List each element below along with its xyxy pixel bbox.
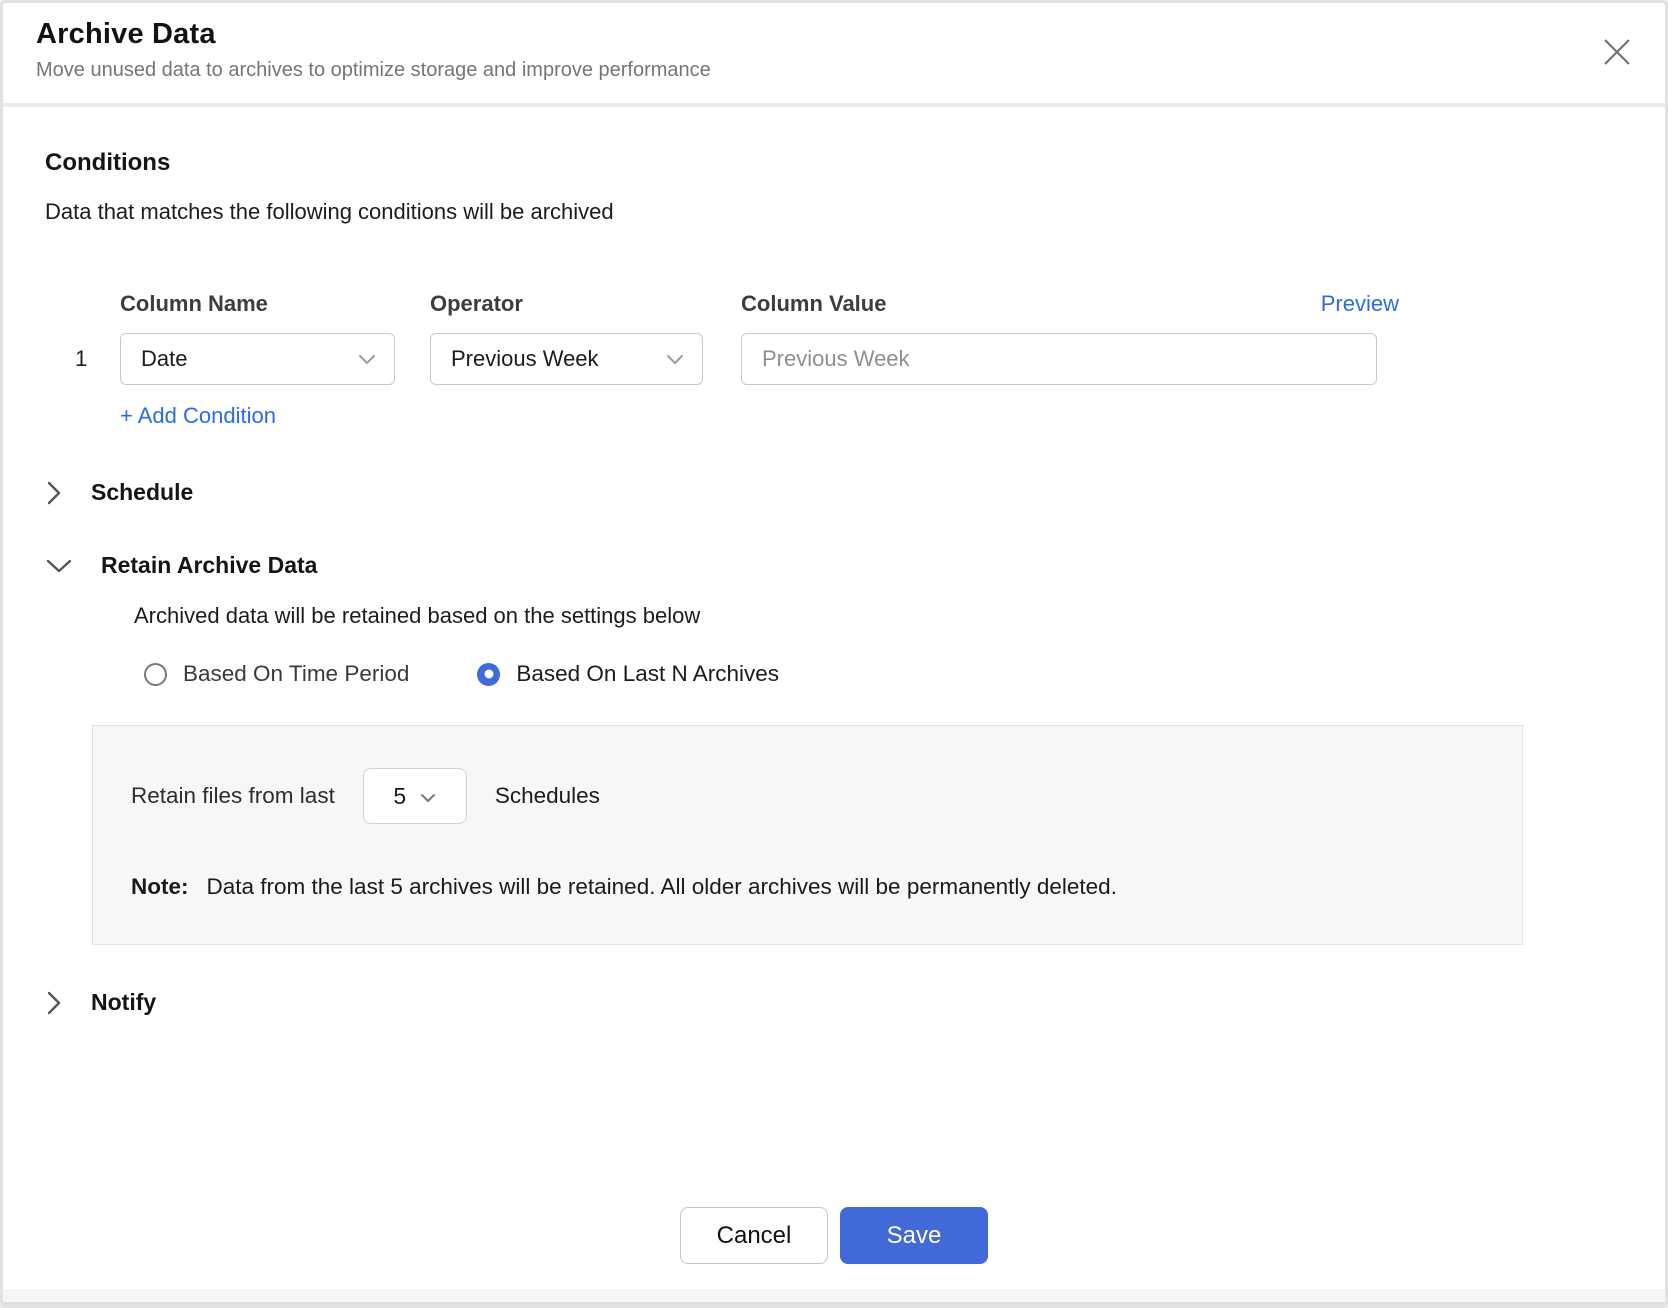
schedule-label: Schedule — [91, 479, 193, 506]
retain-count-value: 5 — [393, 783, 406, 810]
section-notify[interactable]: Notify — [45, 989, 1623, 1016]
archive-data-modal: Archive Data Move unused data to archive… — [0, 0, 1668, 1308]
retain-suffix-label: Schedules — [495, 783, 600, 809]
chevron-right-icon — [45, 990, 63, 1016]
radio-label: Based On Time Period — [183, 661, 409, 687]
cancel-button[interactable]: Cancel — [680, 1207, 828, 1264]
radio-label: Based On Last N Archives — [516, 661, 779, 687]
retain-archive-data-label: Retain Archive Data — [101, 552, 317, 579]
modal-title: Archive Data — [36, 18, 1665, 51]
conditions-heading: Conditions — [45, 149, 1623, 177]
chevron-right-icon — [45, 480, 63, 506]
operator-value: Previous Week — [451, 346, 599, 372]
operator-select[interactable]: Previous Week — [430, 333, 703, 385]
modal-body: Conditions Data that matches the followi… — [3, 107, 1665, 1290]
retain-count-select[interactable]: 5 — [363, 768, 467, 824]
notify-label: Notify — [91, 989, 156, 1016]
radio-based-on-last-n-archives[interactable]: Based On Last N Archives — [477, 661, 779, 687]
close-button[interactable] — [1597, 33, 1637, 73]
radio-checked-icon — [477, 663, 500, 686]
condition-column-headers: Column Name Operator Column Value Previe… — [45, 291, 1623, 317]
add-condition-link[interactable]: + Add Condition — [120, 403, 276, 429]
note-label: Note: — [131, 874, 189, 899]
page-bottom-strip — [3, 1290, 1665, 1305]
column-name-value: Date — [141, 346, 187, 372]
section-retain-archive-data[interactable]: Retain Archive Data — [45, 552, 1623, 579]
condition-row-index: 1 — [45, 346, 120, 372]
radio-unchecked-icon — [144, 663, 167, 686]
column-name-select[interactable]: Date — [120, 333, 395, 385]
chevron-down-icon — [666, 346, 684, 372]
retain-options: Based On Time Period Based On Last N Arc… — [144, 661, 1623, 687]
note-text: Data from the last 5 archives will be re… — [207, 874, 1117, 899]
operator-header: Operator — [430, 291, 741, 317]
column-value-header: Column Value — [741, 291, 1321, 317]
preview-link[interactable]: Preview — [1321, 291, 1399, 317]
chevron-down-icon — [45, 557, 73, 575]
condition-row: 1 Date Previous Week — [45, 333, 1623, 385]
modal-header: Archive Data Move unused data to archive… — [3, 3, 1665, 107]
close-icon — [1599, 34, 1635, 73]
radio-based-on-time-period[interactable]: Based On Time Period — [144, 661, 409, 687]
modal-subtitle: Move unused data to archives to optimize… — [36, 59, 1665, 82]
retain-note: Note: Data from the last 5 archives will … — [131, 874, 1484, 900]
column-value-input[interactable] — [741, 333, 1377, 385]
retain-prefix-label: Retain files from last — [131, 783, 335, 809]
section-schedule[interactable]: Schedule — [45, 479, 1623, 506]
retain-description: Archived data will be retained based on … — [134, 603, 1623, 629]
column-name-header: Column Name — [120, 291, 430, 317]
chevron-down-icon — [358, 346, 376, 372]
modal-footer: Cancel Save — [45, 1207, 1623, 1290]
save-button[interactable]: Save — [840, 1207, 988, 1264]
retain-settings-panel: Retain files from last 5 Schedules Note:… — [92, 725, 1523, 945]
retain-count-row: Retain files from last 5 Schedules — [131, 768, 1484, 824]
chevron-down-icon — [420, 783, 436, 810]
conditions-description: Data that matches the following conditio… — [45, 199, 1623, 225]
